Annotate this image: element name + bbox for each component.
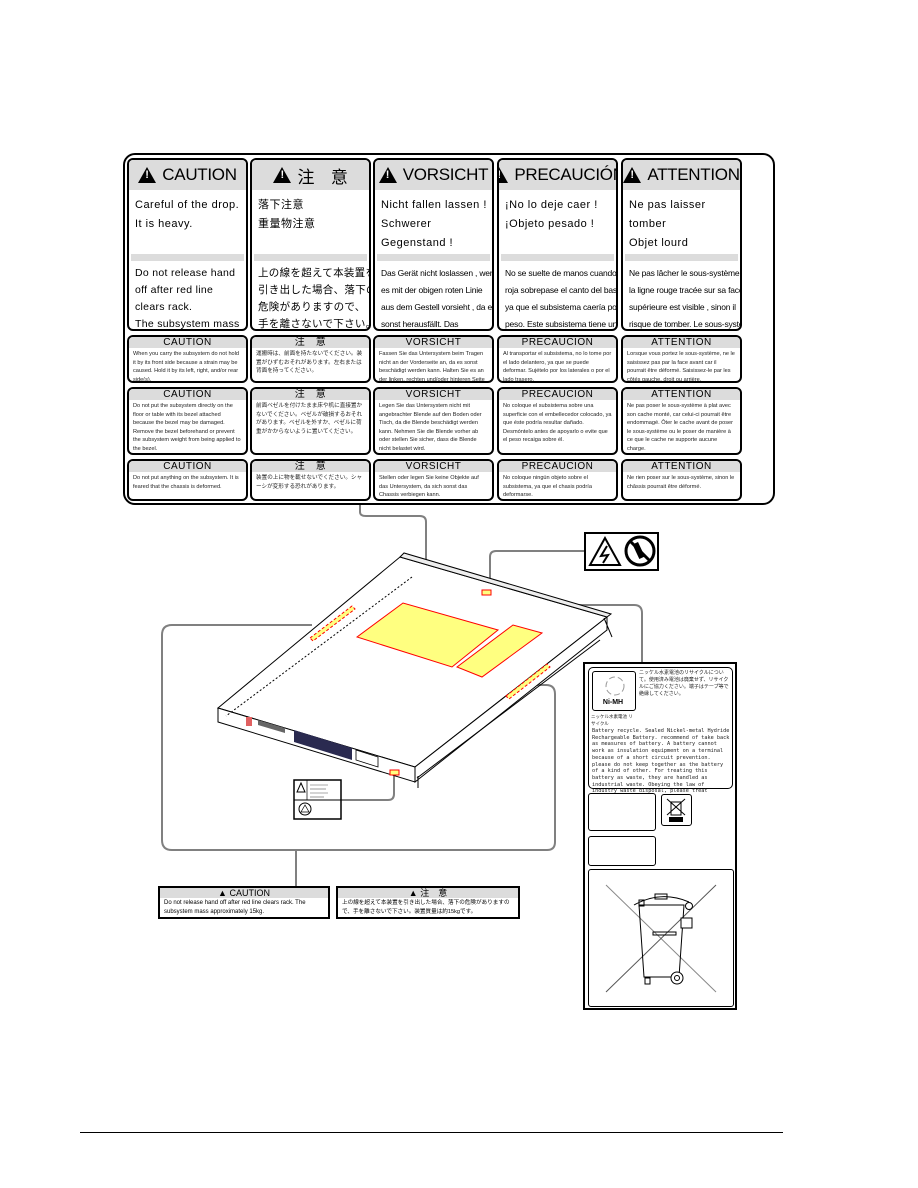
bottom-label-ja-text: 上の線を超えて本装置を引き出した場合、落下の危険がありますので、手を離さないで下… <box>342 900 510 915</box>
shock-warning-label <box>584 532 659 571</box>
label-area-rear <box>389 769 400 776</box>
bottom-label-ja-title: 注 意 <box>420 888 448 898</box>
bottom-caution-label: ▲ CAUTION Do not release hand off after … <box>158 886 520 919</box>
crossed-bin-icon <box>605 884 717 993</box>
server-chassis <box>216 552 613 788</box>
battery-recycle-label: Ni-MH ニッケル水素電池 リサイクル ニッケル水素電池のリサイクルについて。… <box>583 662 737 1010</box>
battery-en-text: Battery recycle. Sealed Nickel-metal Hyd… <box>592 728 730 801</box>
bottom-label-en: ▲ CAUTION Do not release hand off after … <box>158 886 330 919</box>
no-touch-icon <box>624 535 656 567</box>
callout-small-label <box>341 773 395 801</box>
recycle-icon <box>605 676 625 696</box>
server-diagram <box>161 505 659 886</box>
blank-box-2 <box>588 836 656 866</box>
label-area-shock <box>481 589 492 596</box>
bottom-label-ja: ▲ 注 意 上の線を超えて本装置を引き出した場合、落下の危険がありますので、手を… <box>336 886 520 919</box>
warning-triangle-icon: ▲ <box>218 888 230 898</box>
rear-caution-label <box>293 779 342 820</box>
battery-ja-text: ニッケル水素電池のリサイクルについて。使用済み電池は廃棄せず、リサイクルにご協力… <box>639 670 729 697</box>
ni-mh-recycle-box: Ni-MH <box>592 671 636 711</box>
footer-rule <box>80 1132 783 1133</box>
bottom-label-en-title: CAUTION <box>229 888 270 898</box>
blank-box-1 <box>588 793 656 831</box>
crossed-bin-box <box>588 869 734 1007</box>
battery-ja-caption: ニッケル水素電池 リサイクル <box>591 714 633 726</box>
warning-triangle-icon: ▲ <box>408 888 421 898</box>
bottom-label-en-text: Do not release hand off after red line c… <box>164 900 306 915</box>
ni-mh-text: Ni-MH <box>602 699 624 706</box>
crossed-bin-small-icon <box>661 794 692 826</box>
